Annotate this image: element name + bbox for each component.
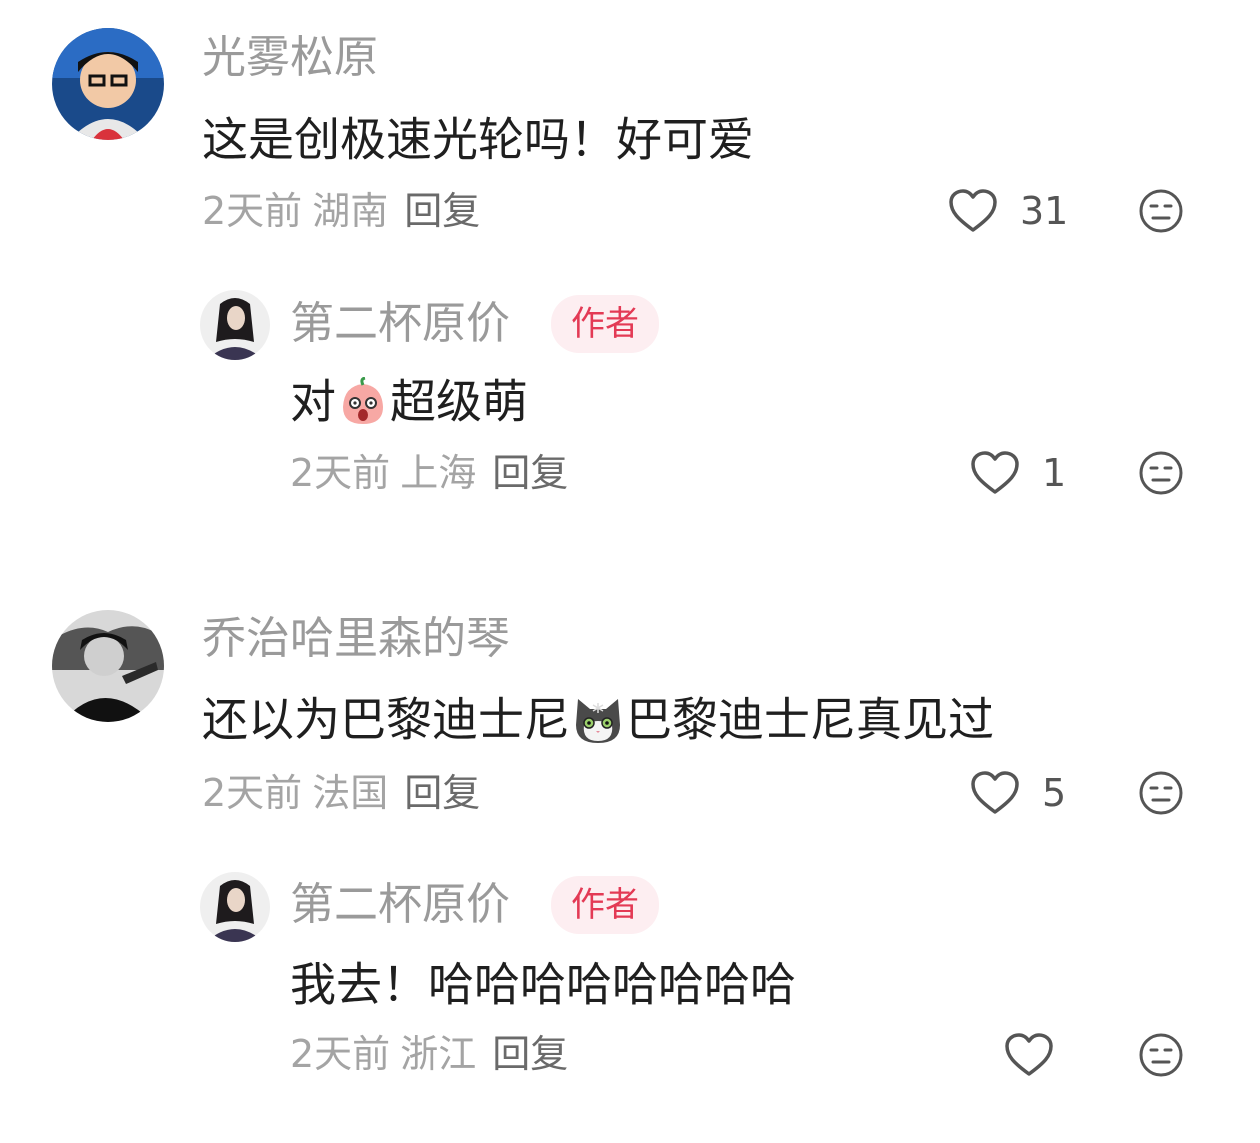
reply-button[interactable]: 回复 xyxy=(492,1032,568,1076)
username[interactable]: 第二杯原价 xyxy=(290,302,510,346)
username[interactable]: 第二杯原价 xyxy=(290,883,510,927)
comment-text: 还以为巴黎迪士尼 巴黎迪士尼真见过 xyxy=(202,693,994,745)
dislike-button[interactable] xyxy=(1138,188,1184,234)
like-button[interactable]: 1 xyxy=(970,450,1066,496)
reply-button[interactable]: 回复 xyxy=(404,771,480,815)
comment-time: 2天前 xyxy=(202,189,303,233)
comment-time: 2天前 xyxy=(202,771,303,815)
comment-time: 2天前 xyxy=(290,451,391,495)
avatar[interactable] xyxy=(200,290,270,360)
comment-text-part: 巴黎迪士尼真见过 xyxy=(626,692,994,747)
like-count: 1 xyxy=(1042,451,1067,495)
comment-text-part: 还以为巴黎迪士尼 xyxy=(202,692,570,747)
heart-outline-icon xyxy=(971,771,1019,814)
like-count: 31 xyxy=(1020,189,1069,233)
like-button[interactable] xyxy=(1004,1032,1054,1078)
reply-button[interactable]: 回复 xyxy=(404,189,480,233)
dislike-button[interactable] xyxy=(1138,770,1184,816)
comment-text-part: 我去！哈哈哈哈哈哈哈哈 xyxy=(290,957,796,1012)
like-button[interactable]: 5 xyxy=(970,770,1066,816)
comment-location: 法国 xyxy=(312,771,389,815)
comment-text-part: 对 xyxy=(290,374,336,429)
comment-location: 上海 xyxy=(400,451,477,495)
heart-outline-icon xyxy=(971,451,1019,494)
dislike-button[interactable] xyxy=(1138,450,1184,496)
comment-text: 对 超级萌 xyxy=(290,375,528,427)
username[interactable]: 光雾松原 xyxy=(202,36,378,80)
avatar[interactable] xyxy=(52,28,164,140)
comment-meta: 2天前 浙江 回复 xyxy=(290,1035,568,1073)
reply-button[interactable]: 回复 xyxy=(492,451,568,495)
comment-text: 这是创极速光轮吗！好可爱 xyxy=(202,113,754,163)
author-badge: 作者 xyxy=(551,876,659,934)
comment-location: 湖南 xyxy=(312,189,389,233)
comment-time: 2天前 xyxy=(290,1032,391,1076)
heart-outline-icon xyxy=(1005,1033,1053,1076)
unamused-face-icon xyxy=(1139,189,1183,233)
comment-meta: 2天前 上海 回复 xyxy=(290,454,568,492)
avatar[interactable] xyxy=(200,872,270,942)
unamused-face-icon xyxy=(1139,1033,1183,1077)
comment-text-part: 超级萌 xyxy=(390,374,528,429)
shocked-peach-emoji xyxy=(343,376,383,424)
comment-meta: 2天前 法国 回复 xyxy=(202,774,480,812)
dislike-button[interactable] xyxy=(1138,1032,1184,1078)
comment-location: 浙江 xyxy=(400,1032,477,1076)
unamused-face-icon xyxy=(1139,451,1183,495)
like-button[interactable]: 31 xyxy=(948,188,1068,234)
like-count: 5 xyxy=(1042,771,1067,815)
comment-meta: 2天前 湖南 回复 xyxy=(202,192,480,230)
heart-outline-icon xyxy=(949,189,997,232)
comment-text-part: 这是创极速光轮吗！好可爱 xyxy=(202,112,754,167)
comment-text: 我去！哈哈哈哈哈哈哈哈 xyxy=(290,958,796,1008)
username[interactable]: 乔治哈里森的琴 xyxy=(202,617,510,661)
cat-emoji xyxy=(576,698,620,743)
author-badge: 作者 xyxy=(551,295,659,353)
avatar[interactable] xyxy=(52,610,164,722)
unamused-face-icon xyxy=(1139,771,1183,815)
